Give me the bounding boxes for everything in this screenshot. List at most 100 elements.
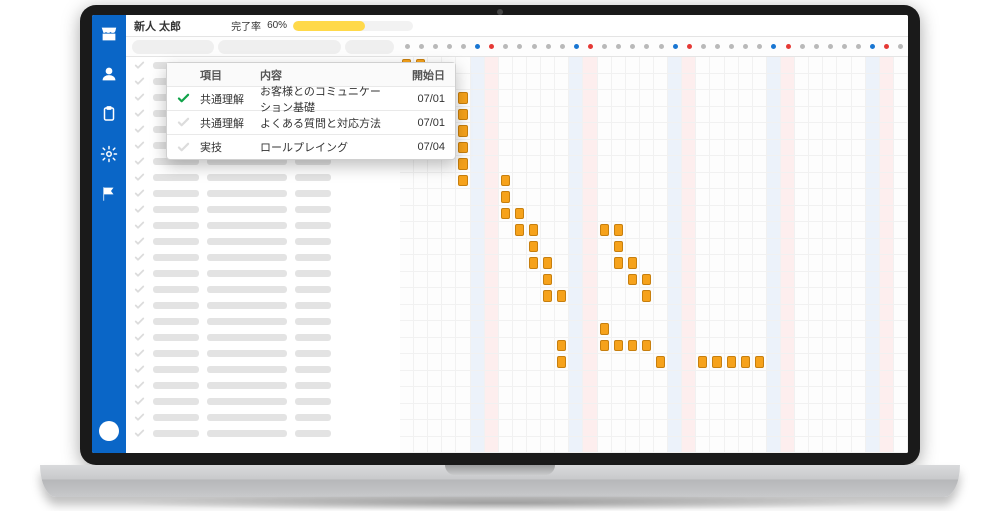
gantt-cell[interactable] — [710, 107, 724, 124]
gantt-cell[interactable] — [598, 239, 612, 256]
gantt-cell[interactable] — [612, 437, 626, 454]
gantt-cell[interactable] — [682, 123, 696, 140]
gantt-cell[interactable] — [527, 354, 541, 371]
gantt-cell[interactable] — [598, 321, 612, 338]
gantt-cell[interactable] — [428, 173, 442, 190]
gantt-cell[interactable] — [414, 420, 428, 437]
gantt-cell[interactable] — [710, 420, 724, 437]
gantt-cell[interactable] — [866, 90, 880, 107]
gantt-cell[interactable] — [710, 321, 724, 338]
gantt-cell[interactable] — [442, 321, 456, 338]
gantt-cell[interactable] — [569, 354, 583, 371]
gantt-cell[interactable] — [513, 57, 527, 74]
gantt-cell[interactable] — [696, 222, 710, 239]
gantt-cell[interactable] — [823, 371, 837, 388]
gantt-cell[interactable] — [823, 255, 837, 272]
gantt-cell[interactable] — [696, 239, 710, 256]
gantt-cell[interactable] — [767, 354, 781, 371]
date-marker[interactable] — [602, 44, 607, 49]
gantt-cell[interactable] — [541, 321, 555, 338]
gantt-cell[interactable] — [668, 206, 682, 223]
gantt-cell[interactable] — [739, 107, 753, 124]
gantt-cell[interactable] — [837, 272, 851, 289]
gantt-cell[interactable] — [527, 305, 541, 322]
gantt-cell[interactable] — [471, 371, 485, 388]
gantt-cell[interactable] — [668, 222, 682, 239]
gantt-cell[interactable] — [837, 156, 851, 173]
gantt-cell[interactable] — [823, 387, 837, 404]
gantt-cell[interactable] — [894, 321, 908, 338]
gantt-cell[interactable] — [485, 239, 499, 256]
gantt-cell[interactable] — [499, 305, 513, 322]
gantt-cell[interactable] — [823, 173, 837, 190]
gantt-cell[interactable] — [400, 387, 414, 404]
gantt-cell[interactable] — [866, 57, 880, 74]
gantt-cell[interactable] — [583, 387, 597, 404]
gantt-cell[interactable] — [880, 371, 894, 388]
gantt-cell[interactable] — [569, 173, 583, 190]
gantt-cell[interactable] — [654, 420, 668, 437]
gantt-cell[interactable] — [583, 90, 597, 107]
gantt-cell[interactable] — [442, 305, 456, 322]
gantt-cell[interactable] — [513, 371, 527, 388]
gantt-cell[interactable] — [894, 354, 908, 371]
gantt-cell[interactable] — [866, 222, 880, 239]
gantt-cell[interactable] — [583, 354, 597, 371]
gantt-cell[interactable] — [725, 272, 739, 289]
gantt-cell[interactable] — [753, 305, 767, 322]
gantt-cell[interactable] — [471, 90, 485, 107]
task-list-row[interactable] — [126, 281, 400, 297]
tab-2[interactable] — [218, 40, 341, 54]
gantt-cell[interactable] — [626, 107, 640, 124]
gantt-cell[interactable] — [640, 255, 654, 272]
gantt-cell[interactable] — [626, 123, 640, 140]
date-marker[interactable] — [743, 44, 748, 49]
gantt-cell[interactable] — [414, 272, 428, 289]
gantt-cell[interactable] — [485, 123, 499, 140]
gantt-cell[interactable] — [471, 255, 485, 272]
gantt-cell[interactable] — [880, 156, 894, 173]
gantt-cell[interactable] — [598, 173, 612, 190]
gantt-cell[interactable] — [414, 255, 428, 272]
gantt-cell[interactable] — [612, 189, 626, 206]
gantt-cell[interactable] — [781, 222, 795, 239]
date-marker[interactable] — [828, 44, 833, 49]
gantt-cell[interactable] — [696, 272, 710, 289]
gantt-cell[interactable] — [682, 272, 696, 289]
gantt-bar[interactable] — [614, 241, 623, 253]
gantt-cell[interactable] — [640, 107, 654, 124]
gantt-cell[interactable] — [583, 206, 597, 223]
gantt-cell[interactable] — [668, 173, 682, 190]
gantt-cell[interactable] — [598, 189, 612, 206]
gantt-cell[interactable] — [400, 288, 414, 305]
gantt-cell[interactable] — [795, 189, 809, 206]
gantt-cell[interactable] — [753, 57, 767, 74]
gantt-cell[interactable] — [725, 255, 739, 272]
gantt-cell[interactable] — [569, 288, 583, 305]
gantt-cell[interactable] — [626, 437, 640, 454]
gantt-bar[interactable] — [543, 290, 552, 302]
gantt-cell[interactable] — [456, 90, 470, 107]
gantt-cell[interactable] — [880, 387, 894, 404]
gantt-cell[interactable] — [753, 288, 767, 305]
gantt-cell[interactable] — [499, 371, 513, 388]
gantt-cell[interactable] — [767, 288, 781, 305]
gantt-cell[interactable] — [598, 156, 612, 173]
gantt-cell[interactable] — [809, 206, 823, 223]
gantt-cell[interactable] — [795, 371, 809, 388]
gantt-cell[interactable] — [866, 255, 880, 272]
gantt-cell[interactable] — [640, 288, 654, 305]
gantt-cell[interactable] — [485, 305, 499, 322]
gantt-cell[interactable] — [682, 288, 696, 305]
gantt-cell[interactable] — [852, 173, 866, 190]
gantt-cell[interactable] — [499, 387, 513, 404]
gantt-cell[interactable] — [400, 305, 414, 322]
date-marker[interactable] — [405, 44, 410, 49]
gantt-cell[interactable] — [555, 338, 569, 355]
gantt-cell[interactable] — [739, 338, 753, 355]
gantt-cell[interactable] — [583, 255, 597, 272]
gantt-cell[interactable] — [654, 90, 668, 107]
gantt-bar[interactable] — [656, 356, 665, 368]
gantt-cell[interactable] — [541, 272, 555, 289]
gantt-bar[interactable] — [628, 274, 637, 286]
